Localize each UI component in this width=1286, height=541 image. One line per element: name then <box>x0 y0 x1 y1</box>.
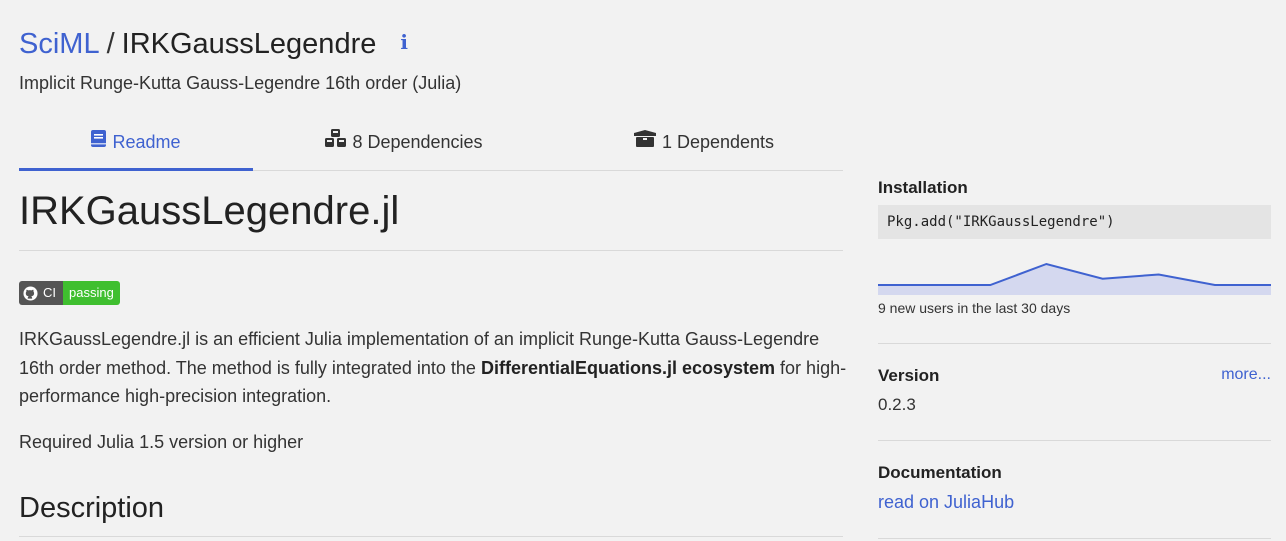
tab-label: 1 Dependents <box>661 132 775 152</box>
version-value: 0.2.3 <box>878 395 916 414</box>
install-command[interactable]: Pkg.add("IRKGaussLegendre") <box>878 205 1271 239</box>
version-more-link[interactable]: more... <box>1221 366 1271 384</box>
description-heading: Description <box>19 488 843 537</box>
org-link[interactable]: SciML <box>19 28 100 60</box>
tab-dependents[interactable]: 1 Dependents <box>619 124 789 168</box>
tab-label: 8 Dependencies <box>352 132 483 152</box>
new-users-text: 9 new users in the last 30 days <box>878 300 1071 316</box>
cubes-icon <box>325 123 347 159</box>
package-subtitle: Implicit Runge-Kutta Gauss-Legendre 16th… <box>19 73 462 93</box>
badge-ci-label: CI <box>43 285 56 300</box>
badge-left: CI <box>19 281 63 305</box>
breadcrumb-separator: / <box>106 28 115 60</box>
package-name: IRKGaussLegendre <box>121 28 377 60</box>
documentation-title: Documentation <box>878 463 1002 482</box>
installation-title: Installation <box>878 178 968 197</box>
divider <box>878 343 1271 344</box>
para-bold: DifferentialEquations.jl ecosystem <box>480 357 776 378</box>
badge-status: passing <box>63 281 120 305</box>
readme-paragraph: IRKGaussLegendre.jl is an efficient Juli… <box>19 325 849 411</box>
github-icon <box>23 285 38 301</box>
divider <box>878 440 1271 441</box>
version-title: Version <box>878 366 940 385</box>
documentation-link[interactable]: read on JuliaHub <box>878 492 1014 513</box>
header: SciML / IRKGaussLegendre i <box>19 25 408 64</box>
divider <box>878 538 1271 539</box>
requirement-text: Required Julia 1.5 version or higher <box>19 432 304 452</box>
tab-label: Readme <box>112 132 181 152</box>
page-title: SciML / IRKGaussLegendre i <box>19 25 408 64</box>
readme-title: IRKGaussLegendre.jl <box>19 180 843 251</box>
ci-badge[interactable]: CI passing <box>19 281 120 305</box>
tab-readme[interactable]: Readme <box>19 124 253 171</box>
tab-bar: Readme 8 Dependencies 1 Dependents <box>19 124 843 171</box>
book-icon <box>91 123 107 159</box>
box-open-icon <box>633 123 656 159</box>
downloads-sparkline <box>878 262 1271 295</box>
info-icon[interactable]: i <box>400 23 408 61</box>
readme-content: IRKGaussLegendre.jl CI passing IRKGaussL… <box>19 180 846 537</box>
tab-dependencies[interactable]: 8 Dependencies <box>309 124 499 168</box>
